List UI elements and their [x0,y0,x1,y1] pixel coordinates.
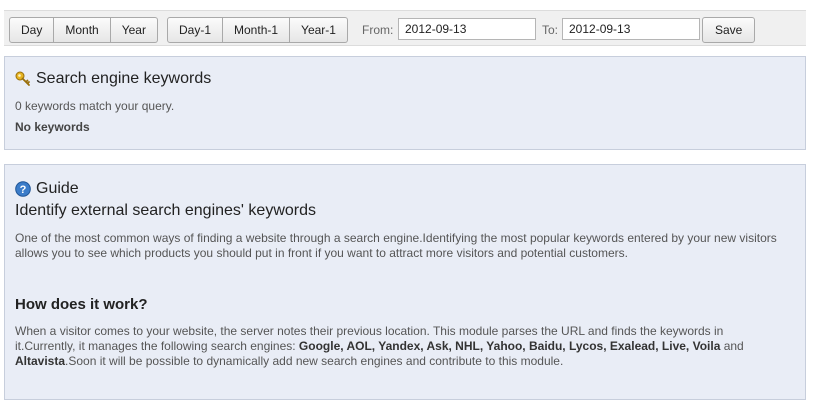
date-toolbar: Day Month Year Day-1 Month-1 Year-1 From… [4,10,806,46]
help-icon: ? [15,181,31,197]
guide-panel-title: ? Guide [15,180,79,198]
day-minus-1-button[interactable]: Day-1 [167,17,224,43]
guide-title-text: Guide [36,180,79,197]
relative-period-button-group: Day-1 Month-1 Year-1 [167,17,348,43]
how-line-2: it.Currently, it manages the following s… [15,339,805,354]
how-line-3: Altavista.Soon it will be possible to dy… [15,354,805,369]
month-button[interactable]: Month [54,17,111,43]
save-button[interactable]: Save [702,17,756,43]
guide-intro-line-2: allows you to see which products you sho… [15,246,628,260]
how-it-works-text: When a visitor comes to your website, th… [15,324,805,369]
from-date-input[interactable] [398,18,536,40]
to-date-input[interactable] [562,18,700,40]
how-it-works-heading: How does it work? [15,296,148,313]
key-icon [15,71,31,87]
to-label: To: [542,23,559,37]
guide-intro-text: One of the most common ways of finding a… [15,231,805,261]
year-button[interactable]: Year [110,17,158,43]
how-line-3-suffix: .Soon it will be possible to dynamically… [65,354,564,368]
engine-list: Google, AOL, Yandex, Ask, NHL, Yahoo, Ba… [298,339,721,353]
year-minus-1-button[interactable]: Year-1 [290,17,348,43]
keywords-title-text: Search engine keywords [36,70,212,87]
guide-intro-line-1: One of the most common ways of finding a… [15,231,777,245]
how-line-2-and: and [720,339,744,353]
day-button[interactable]: Day [9,17,55,43]
svg-text:?: ? [20,184,27,196]
guide-panel: ? Guide Identify external search engines… [4,164,806,400]
from-label: From: [362,23,394,37]
guide-subtitle: Identify external search engines' keywor… [15,202,316,219]
month-minus-1-button[interactable]: Month-1 [223,17,291,43]
how-line-1: When a visitor comes to your website, th… [15,324,724,338]
keywords-panel: Search engine keywords 0 keywords match … [4,56,806,150]
period-button-group: Day Month Year [9,17,158,43]
match-count-text: 0 keywords match your query. [15,99,175,113]
how-line-2-prefix: it.Currently, it manages the following s… [15,339,299,353]
keywords-panel-title: Search engine keywords [15,70,211,88]
engine-last: Altavista [15,354,66,368]
no-keywords-text: No keywords [15,120,90,134]
